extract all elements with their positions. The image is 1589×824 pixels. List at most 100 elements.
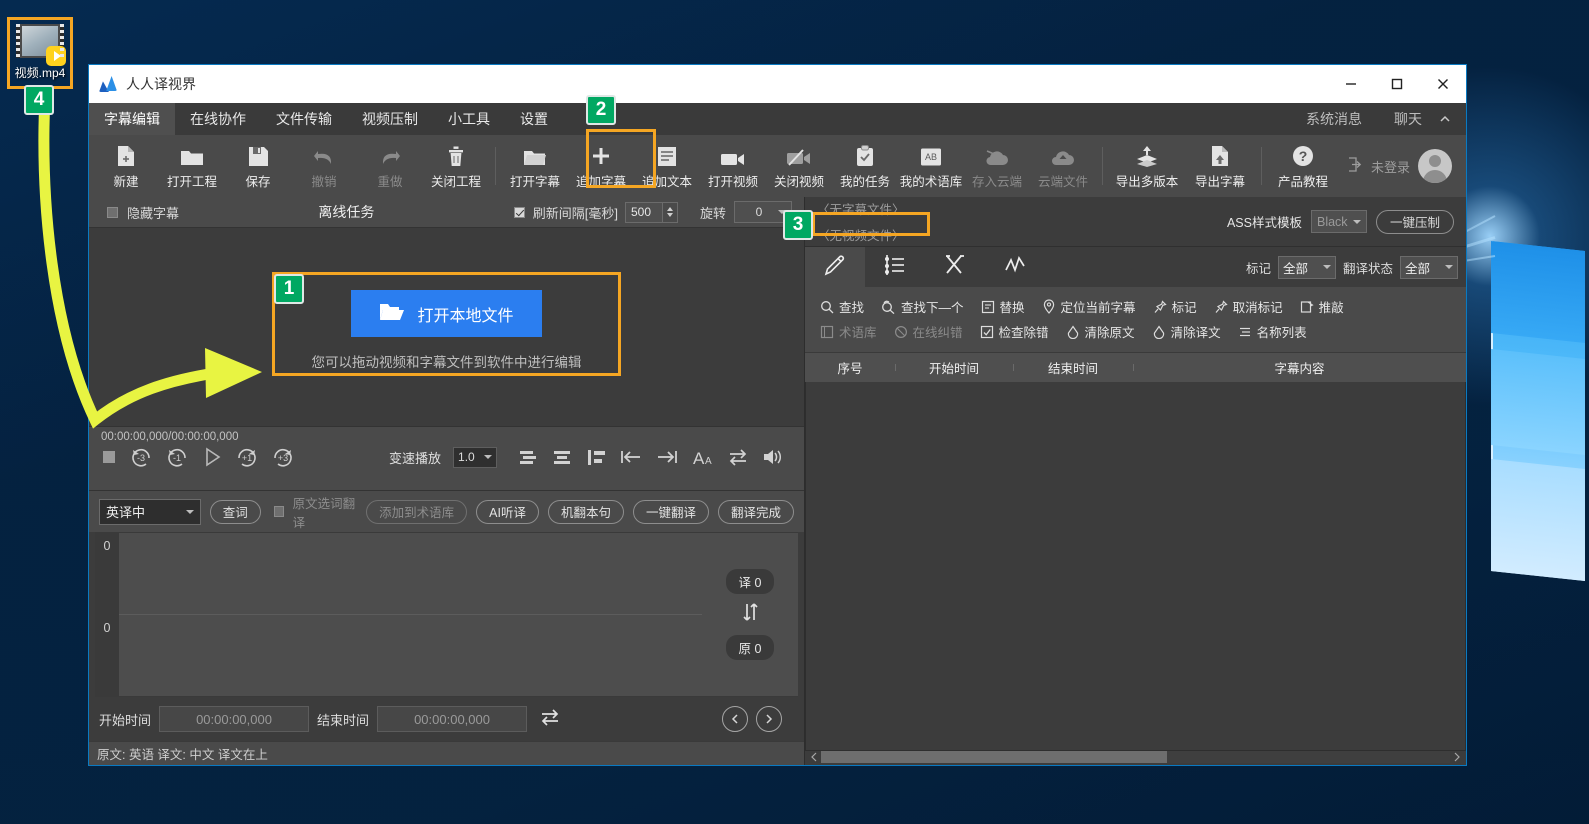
pencil-tab[interactable] [805, 247, 865, 287]
minimize-button[interactable] [1328, 65, 1374, 103]
tab-settings[interactable]: 设置 [505, 103, 563, 135]
col-header-end-time[interactable]: 结束时间 [1013, 358, 1133, 377]
online-correct-action[interactable]: 在线纠错 [887, 322, 970, 341]
font-size-tool[interactable]: AA [691, 447, 715, 467]
translated-count-pill[interactable]: 译 0 [725, 569, 775, 594]
scrollbar-track[interactable] [821, 750, 1450, 763]
one-key-compress-button[interactable]: 一键压制 [1375, 209, 1454, 234]
toolbar-close-video[interactable]: 关闭视频 [766, 137, 832, 195]
tab-online-collab[interactable]: 在线协作 [175, 103, 261, 135]
ass-template-combo[interactable]: Black [1310, 210, 1367, 233]
one-click-translate-button[interactable]: 一键翻译 [632, 499, 709, 524]
col-header-index[interactable]: 序号 [805, 358, 895, 377]
subtitle-file-line[interactable]: 〈无字幕文件〉 [813, 197, 909, 220]
next-subtitle-button[interactable] [756, 706, 782, 732]
open-local-file-button[interactable]: 打开本地文件 [351, 290, 542, 337]
close-button[interactable] [1420, 65, 1466, 103]
unmark-action[interactable]: 取消标记 [1207, 297, 1290, 316]
original-text-input[interactable] [119, 615, 702, 696]
translate-state-combo[interactable]: 全部 [1400, 255, 1458, 279]
glossary-action[interactable]: 术语库 [813, 322, 884, 341]
forward-3s-button[interactable]: +3 [271, 445, 295, 469]
locate-current-subtitle-action[interactable]: 定位当前字幕 [1035, 297, 1143, 316]
refresh-interval-stepper[interactable] [663, 201, 678, 223]
chevron-up-icon[interactable] [1438, 103, 1466, 135]
scrollbar-thumb[interactable] [821, 750, 1167, 763]
tools-tab[interactable] [925, 247, 985, 287]
horizontal-scrollbar[interactable] [805, 750, 1466, 765]
lookup-word-button[interactable]: 查词 [209, 499, 261, 524]
login-status-label[interactable]: 未登录 [1371, 157, 1410, 176]
clear-target-action[interactable]: 清除译文 [1145, 322, 1228, 341]
name-list-action[interactable]: 名称列表 [1231, 322, 1314, 341]
tab-subtitle-edit[interactable]: 字幕编辑 [89, 103, 175, 135]
mark-filter-combo[interactable]: 全部 [1277, 255, 1336, 279]
chat-link[interactable]: 聊天 [1378, 103, 1438, 135]
tab-file-transfer[interactable]: 文件传输 [261, 103, 347, 135]
prev-subtitle-button[interactable] [722, 706, 748, 732]
align-center-tool[interactable] [517, 447, 539, 467]
start-time-input[interactable]: 00:00:00,000 [159, 706, 310, 732]
maximize-button[interactable] [1374, 65, 1420, 103]
toolbar-close-project[interactable]: 关闭工程 [423, 137, 489, 195]
toolbar-redo[interactable]: 重做 [357, 137, 423, 195]
video-file-line[interactable]: 〈无视频文件〉 [813, 223, 909, 246]
timeline-tab[interactable] [865, 247, 925, 287]
video-drop-area[interactable]: 打开本地文件 您可以拖动视频和字幕文件到软件中进行编辑 [89, 228, 804, 426]
replace-action[interactable]: 替换 [974, 297, 1032, 316]
check-errors-action[interactable]: 检查除错 [973, 322, 1056, 341]
add-to-glossary-button[interactable]: 添加到术语库 [366, 499, 468, 524]
toolbar-export-subtitle[interactable]: 导出字幕 [1185, 137, 1255, 195]
toolbar-append-subtitle[interactable]: 追加字幕 [568, 137, 634, 195]
scroll-right-arrow-icon[interactable] [1450, 752, 1464, 762]
end-time-input[interactable]: 00:00:00,000 [377, 706, 528, 732]
refresh-interval-input[interactable]: 500 [625, 201, 663, 223]
toolbar-open-video[interactable]: 打开视频 [700, 137, 766, 195]
play-button[interactable] [201, 446, 223, 468]
translated-text-input[interactable] [119, 533, 702, 615]
find-next-action[interactable]: 查找下—个 [874, 297, 971, 316]
refresh-interval-checkbox[interactable] [513, 206, 525, 218]
toolbar-save[interactable]: 保存 [225, 137, 291, 195]
speed-combo[interactable]: 1.0 [453, 446, 498, 468]
polish-action[interactable]: 推敲 [1293, 297, 1351, 316]
volume-tool[interactable] [761, 447, 783, 467]
stop-button[interactable] [101, 449, 117, 465]
avatar[interactable] [1418, 149, 1452, 183]
toolbar-my-tasks[interactable]: 我的任务 [832, 137, 898, 195]
swap-tool[interactable] [727, 447, 749, 467]
col-header-subtitle-content[interactable]: 字幕内容 [1133, 358, 1466, 377]
clear-source-action[interactable]: 清除原文 [1059, 322, 1142, 341]
horizontal-swap-icon[interactable] [539, 707, 561, 732]
toolbar-open-project[interactable]: 打开工程 [159, 137, 225, 195]
rotate-combo[interactable]: 0 [734, 201, 793, 223]
toolbar-my-glossary[interactable]: AB 我的术语库 [898, 137, 964, 195]
vertical-swap-icon[interactable] [739, 601, 761, 628]
language-pair-combo[interactable]: 英译中 [99, 498, 201, 525]
toolbar-product-tutorial[interactable]: ? 产品教程 [1268, 137, 1338, 195]
scroll-left-arrow-icon[interactable] [807, 752, 821, 762]
machine-translate-line-button[interactable]: 机翻本句 [547, 499, 624, 524]
toolbar-open-subtitle[interactable]: 打开字幕 [502, 137, 568, 195]
seek-end-tool[interactable] [655, 447, 679, 467]
system-messages-link[interactable]: 系统消息 [1290, 103, 1378, 135]
toolbar-append-text[interactable]: 追加文本 [634, 137, 700, 195]
align-left-tool[interactable] [585, 447, 607, 467]
find-action[interactable]: 查找 [813, 297, 871, 316]
seek-start-tool[interactable] [619, 447, 643, 467]
tab-tools[interactable]: 小工具 [433, 103, 505, 135]
col-header-start-time[interactable]: 开始时间 [895, 358, 1013, 377]
mark-action[interactable]: 标记 [1146, 297, 1204, 316]
forward-1s-button[interactable]: +1 [235, 445, 259, 469]
tab-video-compress[interactable]: 视频压制 [347, 103, 433, 135]
translate-complete-button[interactable]: 翻译完成 [717, 499, 794, 524]
toolbar-new[interactable]: 新建 [93, 137, 159, 195]
toolbar-export-multi[interactable]: 导出多版本 [1109, 137, 1185, 195]
original-count-pill[interactable]: 原 0 [725, 635, 775, 660]
toolbar-cloud-files[interactable]: 云端文件 [1030, 137, 1096, 195]
desktop-file-icon[interactable]: 视频.mp4 [7, 17, 73, 89]
waveform-tab[interactable] [985, 247, 1045, 287]
align-bottom-tool[interactable] [551, 447, 573, 467]
ai-listen-translate-button[interactable]: AI听译 [476, 499, 539, 524]
subtitle-table-body[interactable] [805, 382, 1466, 751]
